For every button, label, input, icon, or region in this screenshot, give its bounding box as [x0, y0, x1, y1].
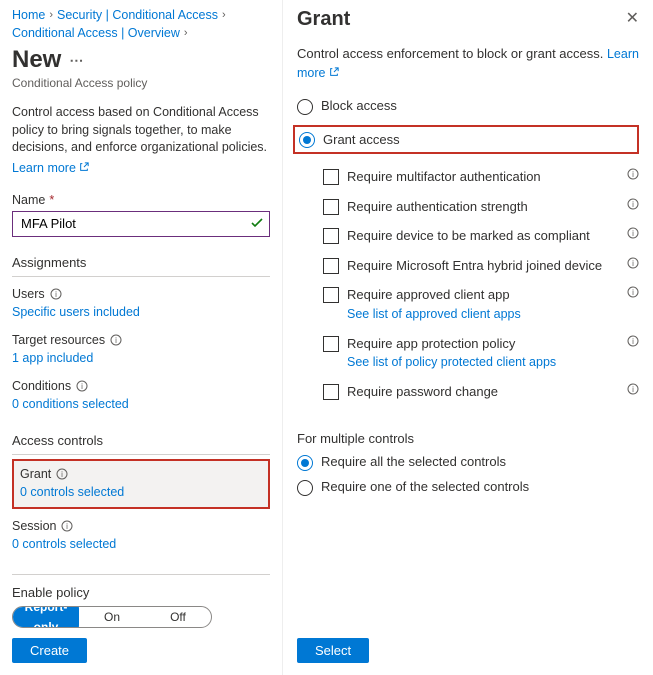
users-value-link[interactable]: Specific users included — [12, 305, 270, 319]
svg-text:i: i — [632, 170, 634, 179]
panel-title: Grant — [297, 8, 350, 31]
toggle-off[interactable]: Off — [145, 607, 211, 627]
session-row[interactable]: Session i — [12, 519, 270, 533]
checkbox-icon — [323, 258, 339, 274]
checkbox-icon — [323, 336, 339, 352]
svg-text:i: i — [61, 470, 63, 479]
grant-row-highlighted[interactable]: Grant i 0 controls selected — [12, 459, 270, 509]
info-icon[interactable]: i — [627, 286, 639, 298]
svg-text:i: i — [115, 336, 117, 345]
svg-text:i: i — [55, 290, 57, 299]
radio-require-all[interactable]: Require all the selected controls — [297, 454, 639, 471]
info-icon[interactable]: i — [627, 383, 639, 395]
info-icon[interactable]: i — [627, 227, 639, 239]
radio-icon — [297, 455, 313, 471]
checkbox-option-6[interactable]: Require password change i — [323, 383, 639, 401]
learn-more-link[interactable]: Learn more — [12, 161, 270, 175]
toggle-report-only[interactable]: Report-only — [13, 606, 79, 628]
checkbox-label: Require approved client appSee list of a… — [347, 286, 619, 322]
checkbox-option-5[interactable]: Require app protection policySee list of… — [323, 335, 639, 371]
radio-icon — [297, 480, 313, 496]
checkbox-option-0[interactable]: Require multifactor authentication i — [323, 168, 639, 186]
users-row[interactable]: Users i — [12, 287, 270, 301]
target-value-link[interactable]: 1 app included — [12, 351, 270, 365]
checkbox-label: Require multifactor authentication — [347, 168, 619, 186]
multiple-controls-header: For multiple controls — [297, 431, 639, 446]
checkbox-option-3[interactable]: Require Microsoft Entra hybrid joined de… — [323, 257, 639, 275]
chevron-right-icon: › — [184, 27, 188, 39]
info-icon: i — [76, 380, 88, 392]
access-controls-header: Access controls — [12, 433, 270, 455]
checkbox-icon — [323, 169, 339, 185]
checkbox-icon — [323, 199, 339, 215]
enable-policy-toggle[interactable]: Report-only On Off — [12, 606, 212, 628]
svg-text:i: i — [632, 229, 634, 238]
grant-value-link[interactable]: 0 controls selected — [20, 485, 262, 499]
info-icon: i — [56, 468, 68, 480]
checkbox-icon — [323, 384, 339, 400]
conditions-value-link[interactable]: 0 conditions selected — [12, 397, 270, 411]
chevron-right-icon: › — [222, 9, 226, 21]
assignments-header: Assignments — [12, 255, 270, 277]
svg-text:i: i — [632, 288, 634, 297]
select-button[interactable]: Select — [297, 638, 369, 663]
checkbox-icon — [323, 228, 339, 244]
info-icon[interactable]: i — [627, 335, 639, 347]
radio-block-access[interactable]: Block access — [297, 98, 639, 115]
create-button[interactable]: Create — [12, 638, 87, 663]
radio-icon — [297, 99, 313, 115]
checkbox-sublink[interactable]: See list of approved client apps — [347, 306, 619, 323]
breadcrumb: Home › Security | Conditional Access › C… — [12, 8, 270, 40]
name-input[interactable] — [12, 211, 270, 237]
info-icon[interactable]: i — [627, 257, 639, 269]
breadcrumb-overview[interactable]: Conditional Access | Overview — [12, 26, 180, 40]
breadcrumb-home[interactable]: Home — [12, 8, 45, 22]
page-title: New ⋯ — [12, 46, 270, 74]
radio-icon — [299, 132, 315, 148]
svg-text:i: i — [632, 337, 634, 346]
svg-text:i: i — [632, 385, 634, 394]
svg-text:i: i — [67, 522, 69, 531]
checkbox-option-1[interactable]: Require authentication strength i — [323, 198, 639, 216]
radio-grant-access-highlighted[interactable]: Grant access — [293, 125, 639, 154]
session-value-link[interactable]: 0 controls selected — [12, 537, 270, 551]
external-link-icon — [79, 161, 89, 171]
checkbox-option-4[interactable]: Require approved client appSee list of a… — [323, 286, 639, 322]
info-icon: i — [61, 520, 73, 532]
checkbox-sublink[interactable]: See list of policy protected client apps — [347, 354, 619, 371]
breadcrumb-security[interactable]: Security | Conditional Access — [57, 8, 218, 22]
checkbox-label: Require password change — [347, 383, 619, 401]
external-link-icon — [329, 65, 339, 75]
svg-text:i: i — [632, 200, 634, 209]
checkbox-label: Require authentication strength — [347, 198, 619, 216]
svg-text:i: i — [81, 382, 83, 391]
description-text: Control access based on Conditional Acce… — [12, 104, 270, 157]
name-label: Name* — [12, 193, 270, 207]
svg-text:i: i — [632, 259, 634, 268]
page-subtitle: Conditional Access policy — [12, 76, 270, 90]
checkbox-label: Require app protection policySee list of… — [347, 335, 619, 371]
panel-description: Control access enforcement to block or g… — [297, 45, 639, 82]
toggle-on[interactable]: On — [79, 607, 145, 627]
checkbox-label: Require Microsoft Entra hybrid joined de… — [347, 257, 619, 275]
radio-require-one[interactable]: Require one of the selected controls — [297, 479, 639, 496]
info-icon[interactable]: i — [627, 168, 639, 180]
checkbox-icon — [323, 287, 339, 303]
info-icon: i — [50, 288, 62, 300]
target-resources-row[interactable]: Target resources i — [12, 333, 270, 347]
enable-policy-label: Enable policy — [12, 585, 270, 600]
checkbox-label: Require device to be marked as compliant — [347, 227, 619, 245]
conditions-row[interactable]: Conditions i — [12, 379, 270, 393]
info-icon: i — [110, 334, 122, 346]
more-icon[interactable]: ⋯ — [69, 52, 83, 69]
close-icon[interactable]: ✕ — [626, 8, 639, 28]
checkmark-icon — [250, 216, 264, 233]
checkbox-option-2[interactable]: Require device to be marked as compliant… — [323, 227, 639, 245]
chevron-right-icon: › — [49, 9, 53, 21]
info-icon[interactable]: i — [627, 198, 639, 210]
